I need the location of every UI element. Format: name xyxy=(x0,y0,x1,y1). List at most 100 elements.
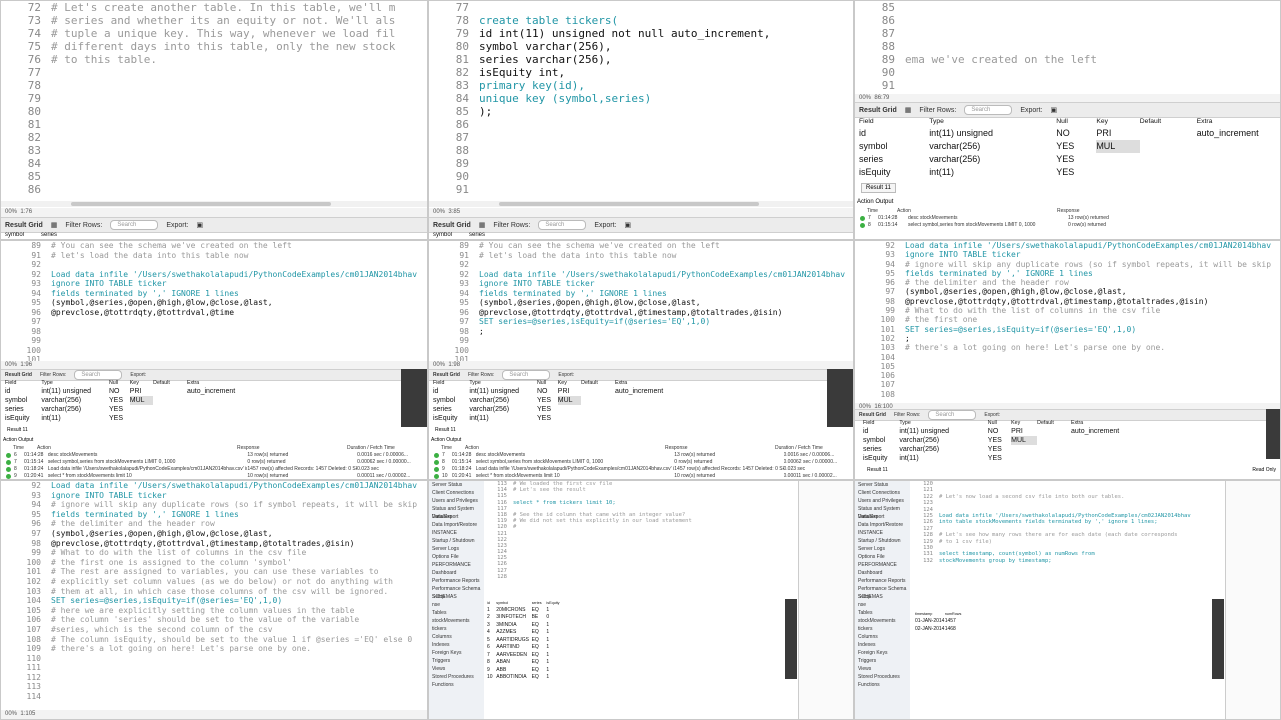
table-cell[interactable]: MUL xyxy=(557,395,582,405)
column-header[interactable]: Field xyxy=(863,420,899,427)
navigator-item[interactable]: Users and Privileges xyxy=(429,497,484,505)
horizontal-scrollbar[interactable] xyxy=(429,201,853,207)
table-cell[interactable]: PRI xyxy=(1096,127,1139,140)
table-cell[interactable]: id xyxy=(5,387,41,396)
code-line[interactable]: 105 xyxy=(855,362,1280,371)
table-cell[interactable]: auto_increment xyxy=(615,387,706,396)
column-header[interactable]: Default xyxy=(153,380,187,387)
column-header[interactable]: Extra xyxy=(1071,420,1162,427)
code-line[interactable]: 89 xyxy=(429,157,853,170)
code-line[interactable]: 105 # here we are explicitly setting the … xyxy=(1,606,427,616)
code-line[interactable]: 79 id int(11) unsigned not null auto_incr… xyxy=(429,27,853,40)
table-cell[interactable]: 01-JAN-2014 xyxy=(915,617,945,625)
code-line[interactable]: 81 series varchar(256), xyxy=(429,53,853,66)
action-row[interactable]: 9 01:20:41 select * from stockMovements li… xyxy=(3,473,427,479)
code-line[interactable]: 111 xyxy=(1,663,427,673)
code-line[interactable]: 83 xyxy=(1,144,427,157)
navigator-item[interactable]: INSTANCE xyxy=(429,529,484,537)
table-cell[interactable]: 2 xyxy=(487,614,496,622)
code-line[interactable]: 80 xyxy=(1,105,427,118)
table-cell[interactable]: EQ xyxy=(532,652,547,660)
table-row[interactable]: id int(11) unsigned NO PRI auto_increment xyxy=(433,387,706,396)
navigator-item[interactable]: Server Logs xyxy=(855,545,910,553)
table-cell[interactable]: int(11) unsigned xyxy=(469,387,537,396)
table-cell[interactable]: 0 xyxy=(546,614,561,622)
table-cell[interactable]: 1 xyxy=(546,644,561,652)
action-row[interactable]: 6 01:14:28 desc stockMovements 13 row(s) re… xyxy=(3,452,427,459)
code-line[interactable]: 78 create table tickers( xyxy=(429,14,853,27)
table-row[interactable]: 2 3IINFOTECH BE 0 xyxy=(487,614,561,622)
table-cell[interactable]: 3IINFOTECH xyxy=(496,614,531,622)
code-line[interactable]: 106 # the column 'series' should be set t… xyxy=(1,615,427,625)
table-cell[interactable] xyxy=(130,405,153,414)
filter-search-input[interactable]: Search xyxy=(74,370,123,380)
code-line[interactable]: 110 xyxy=(1,654,427,664)
code-line[interactable]: 92 xyxy=(429,260,853,270)
grid-icon[interactable]: ▦ xyxy=(479,221,486,229)
code-line[interactable]: 91 xyxy=(429,183,853,196)
code-line[interactable]: 76 # to this table. xyxy=(1,53,427,66)
code-line[interactable]: 92 Load data infile '/Users/swethakolalap… xyxy=(429,270,853,280)
table-cell[interactable]: 6 xyxy=(487,644,496,652)
table-cell[interactable] xyxy=(1011,454,1037,463)
table-cell[interactable] xyxy=(1197,153,1280,166)
navigator-item[interactable]: SCHEMAS xyxy=(429,593,484,601)
table-cell[interactable]: MUL xyxy=(1011,435,1038,445)
sql-editor[interactable]: 77 78 create table tickers(79 id int(11) un… xyxy=(429,1,853,201)
table-cell[interactable]: PRI xyxy=(1011,427,1037,436)
code-line[interactable]: 100 xyxy=(429,346,853,356)
action-row[interactable]: 8 01:15:14 select symbol,series from stock… xyxy=(857,222,1277,229)
table-row[interactable]: symbol varchar(256) YES MUL xyxy=(433,395,706,405)
action-row[interactable]: 8 01:15:14 select symbol,series from stock… xyxy=(431,459,853,466)
code-line[interactable]: 80 symbol varchar(256), xyxy=(429,40,853,53)
table-cell[interactable] xyxy=(615,405,706,414)
table-cell[interactable]: MUL xyxy=(129,395,154,405)
navigator-item[interactable]: Data Export xyxy=(855,513,910,521)
result-tab[interactable]: Result 11 xyxy=(435,427,456,433)
table-cell[interactable]: NO xyxy=(537,387,558,396)
column-header[interactable]: Field xyxy=(433,380,469,387)
code-line[interactable]: 107 #series, which is the second column o… xyxy=(1,625,427,635)
code-line[interactable]: 81 xyxy=(1,118,427,131)
table-cell[interactable]: BE xyxy=(532,614,547,622)
table-cell[interactable]: 3 xyxy=(487,622,496,630)
navigator-item[interactable]: Startup / Shutdown xyxy=(429,537,484,545)
table-cell[interactable]: varchar(256) xyxy=(899,445,987,454)
grid-icon[interactable]: ▦ xyxy=(51,221,58,229)
table-cell[interactable] xyxy=(1140,166,1197,179)
table-cell[interactable]: symbol xyxy=(863,436,899,445)
table-row[interactable]: id int(11) unsigned NO PRI auto_increment xyxy=(863,427,1162,436)
table-cell[interactable]: AARTIDRUGS xyxy=(496,637,531,645)
code-line[interactable]: 92 xyxy=(1,260,427,270)
navigator-item[interactable]: Indexes xyxy=(429,641,484,649)
table-cell[interactable]: 1 xyxy=(546,667,561,675)
column-header[interactable]: Extra xyxy=(1197,117,1280,127)
code-line[interactable]: 99 # What to do with the list of columns … xyxy=(1,548,427,558)
navigator-item[interactable]: Performance Reports xyxy=(855,577,910,585)
table-cell[interactable]: int(11) xyxy=(899,454,987,463)
table-cell[interactable]: isEquity xyxy=(433,414,469,423)
table-cell[interactable]: varchar(256) xyxy=(41,396,109,405)
code-line[interactable]: 108 xyxy=(855,390,1280,399)
code-line[interactable]: 97 xyxy=(1,317,427,327)
code-line[interactable]: 93 ignore INTO TABLE ticker xyxy=(1,279,427,289)
code-line[interactable]: 84 xyxy=(1,157,427,170)
navigator-item[interactable]: Dashboard xyxy=(855,569,910,577)
code-line[interactable]: 96 @prevclose,@tottrdqty,@tottrdval,@time xyxy=(1,308,427,318)
table-row[interactable]: 3 3MINDIA EQ 1 xyxy=(487,622,561,630)
navigator-item[interactable]: Indexes xyxy=(855,641,910,649)
table-cell[interactable]: NO xyxy=(1056,127,1096,140)
code-line[interactable]: 91 # let's load the data into this table … xyxy=(1,251,427,261)
table-cell[interactable]: 1 xyxy=(487,607,496,615)
code-line[interactable]: 84 unique key (symbol,series) xyxy=(429,92,853,105)
table-row[interactable]: isEquity int(11) YES xyxy=(5,414,278,423)
table-cell[interactable] xyxy=(1140,127,1197,140)
export-icon[interactable]: ▣ xyxy=(1051,106,1058,114)
navigator-item[interactable]: nse xyxy=(429,601,484,609)
code-line[interactable]: 92 Load data infile '/Users/swethakolalap… xyxy=(855,241,1280,250)
sql-editor[interactable]: 89 # You can see the schema we've created… xyxy=(429,241,853,361)
table-row[interactable]: 5 AARTIDRUGS EQ 1 xyxy=(487,637,561,645)
navigator-item[interactable]: Columns xyxy=(855,633,910,641)
code-line[interactable]: 94 # ignore will skip any duplicate rows … xyxy=(855,260,1280,269)
table-cell[interactable] xyxy=(153,396,187,405)
